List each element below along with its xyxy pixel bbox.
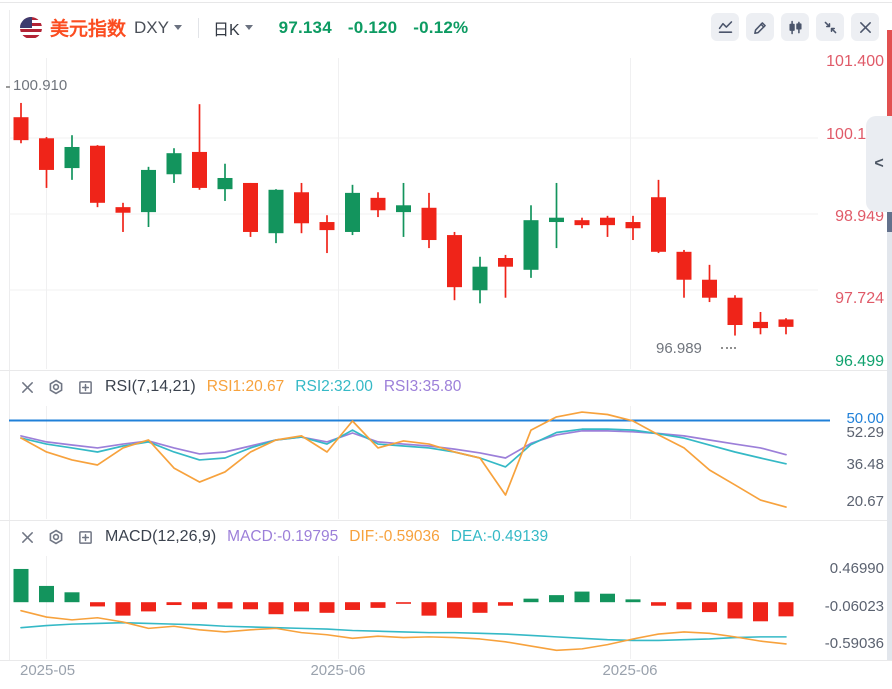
- rsi-title: RSI(7,14,21): [105, 378, 196, 396]
- add-square-icon: [78, 530, 93, 545]
- add-square-icon: [78, 380, 93, 395]
- close-chart-button[interactable]: [851, 13, 879, 41]
- close-icon: [857, 19, 874, 36]
- panel-collapse-handle[interactable]: <: [866, 116, 892, 212]
- rsi1-value: RSI1:20.67: [207, 378, 285, 396]
- dif-value: DIF:-0.59036: [349, 528, 439, 546]
- high-marker-dash: [6, 86, 10, 88]
- chart-app: 美元指数 DXY 日K 97.134 -0.120 -0.12%: [0, 0, 892, 689]
- us-flag-icon: [20, 17, 42, 39]
- indicator-line-button[interactable]: [711, 13, 739, 41]
- price-change-pct: -0.12%: [413, 18, 468, 38]
- draw-button[interactable]: [746, 13, 774, 41]
- x-axis-label: 2025-06: [310, 662, 365, 679]
- chart-type-button[interactable]: [781, 13, 809, 41]
- macd-settings-button[interactable]: [47, 528, 65, 546]
- price-change: -0.120: [348, 18, 397, 38]
- macd-title: MACD(12,26,9): [105, 528, 216, 546]
- scrollbar-segment: [887, 30, 892, 122]
- draw-pencil-icon: [752, 19, 769, 36]
- chevron-down-icon[interactable]: [245, 25, 253, 30]
- dea-value: DEA:-0.49139: [451, 528, 548, 546]
- rsi-axis-label: 36.48: [846, 456, 884, 474]
- macd-axis-label: -0.59036: [825, 635, 884, 653]
- low-price-marker: 96.989: [656, 340, 702, 357]
- low-marker-dots: [721, 347, 736, 349]
- shrink-button[interactable]: [816, 13, 844, 41]
- rsi-axis-label: 52.29: [846, 424, 884, 442]
- scrollbar-segment: [887, 232, 892, 660]
- close-icon: [20, 380, 35, 395]
- chart-toolbar: [711, 13, 879, 41]
- price-axis-label: 101.400: [826, 53, 884, 71]
- x-axis-label: 2025-05: [20, 662, 75, 679]
- symbol-name: 美元指数: [50, 14, 126, 41]
- rsi-axis-label: 20.67: [846, 493, 884, 511]
- macd-axis-label: 0.46990: [830, 560, 884, 578]
- x-axis-label: 2025-06: [602, 662, 657, 679]
- macd-value: MACD:-0.19795: [227, 528, 338, 546]
- rsi3-value: RSI3:35.80: [384, 378, 462, 396]
- candlestick-icon: [787, 19, 804, 36]
- settings-gear-icon: [48, 529, 64, 545]
- divider: [198, 18, 199, 38]
- chevron-down-icon[interactable]: [174, 25, 182, 30]
- close-icon: [20, 530, 35, 545]
- chart-canvas[interactable]: [0, 0, 892, 689]
- macd-close-button[interactable]: [18, 528, 36, 546]
- period-selector[interactable]: 日K: [213, 16, 240, 40]
- macd-pane-header: MACD(12,26,9) MACD:-0.19795 DIF:-0.59036…: [18, 524, 548, 550]
- settings-gear-icon: [48, 379, 64, 395]
- high-price-marker: 100.910: [13, 77, 67, 94]
- rsi2-value: RSI2:32.00: [295, 378, 373, 396]
- indicator-line-icon: [717, 19, 734, 36]
- symbol-selector[interactable]: DXY: [134, 18, 169, 38]
- rsi-close-button[interactable]: [18, 378, 36, 396]
- rsi-settings-button[interactable]: [47, 378, 65, 396]
- shrink-icon: [822, 19, 839, 36]
- macd-axis-label: -0.06023: [825, 598, 884, 616]
- last-price: 97.134: [279, 18, 332, 38]
- macd-add-button[interactable]: [76, 528, 94, 546]
- rsi-add-button[interactable]: [76, 378, 94, 396]
- rsi-pane-header: RSI(7,14,21) RSI1:20.67 RSI2:32.00 RSI3:…: [18, 374, 461, 400]
- price-axis-label: 97.724: [835, 290, 884, 308]
- price-axis-label: 96.499: [835, 353, 884, 371]
